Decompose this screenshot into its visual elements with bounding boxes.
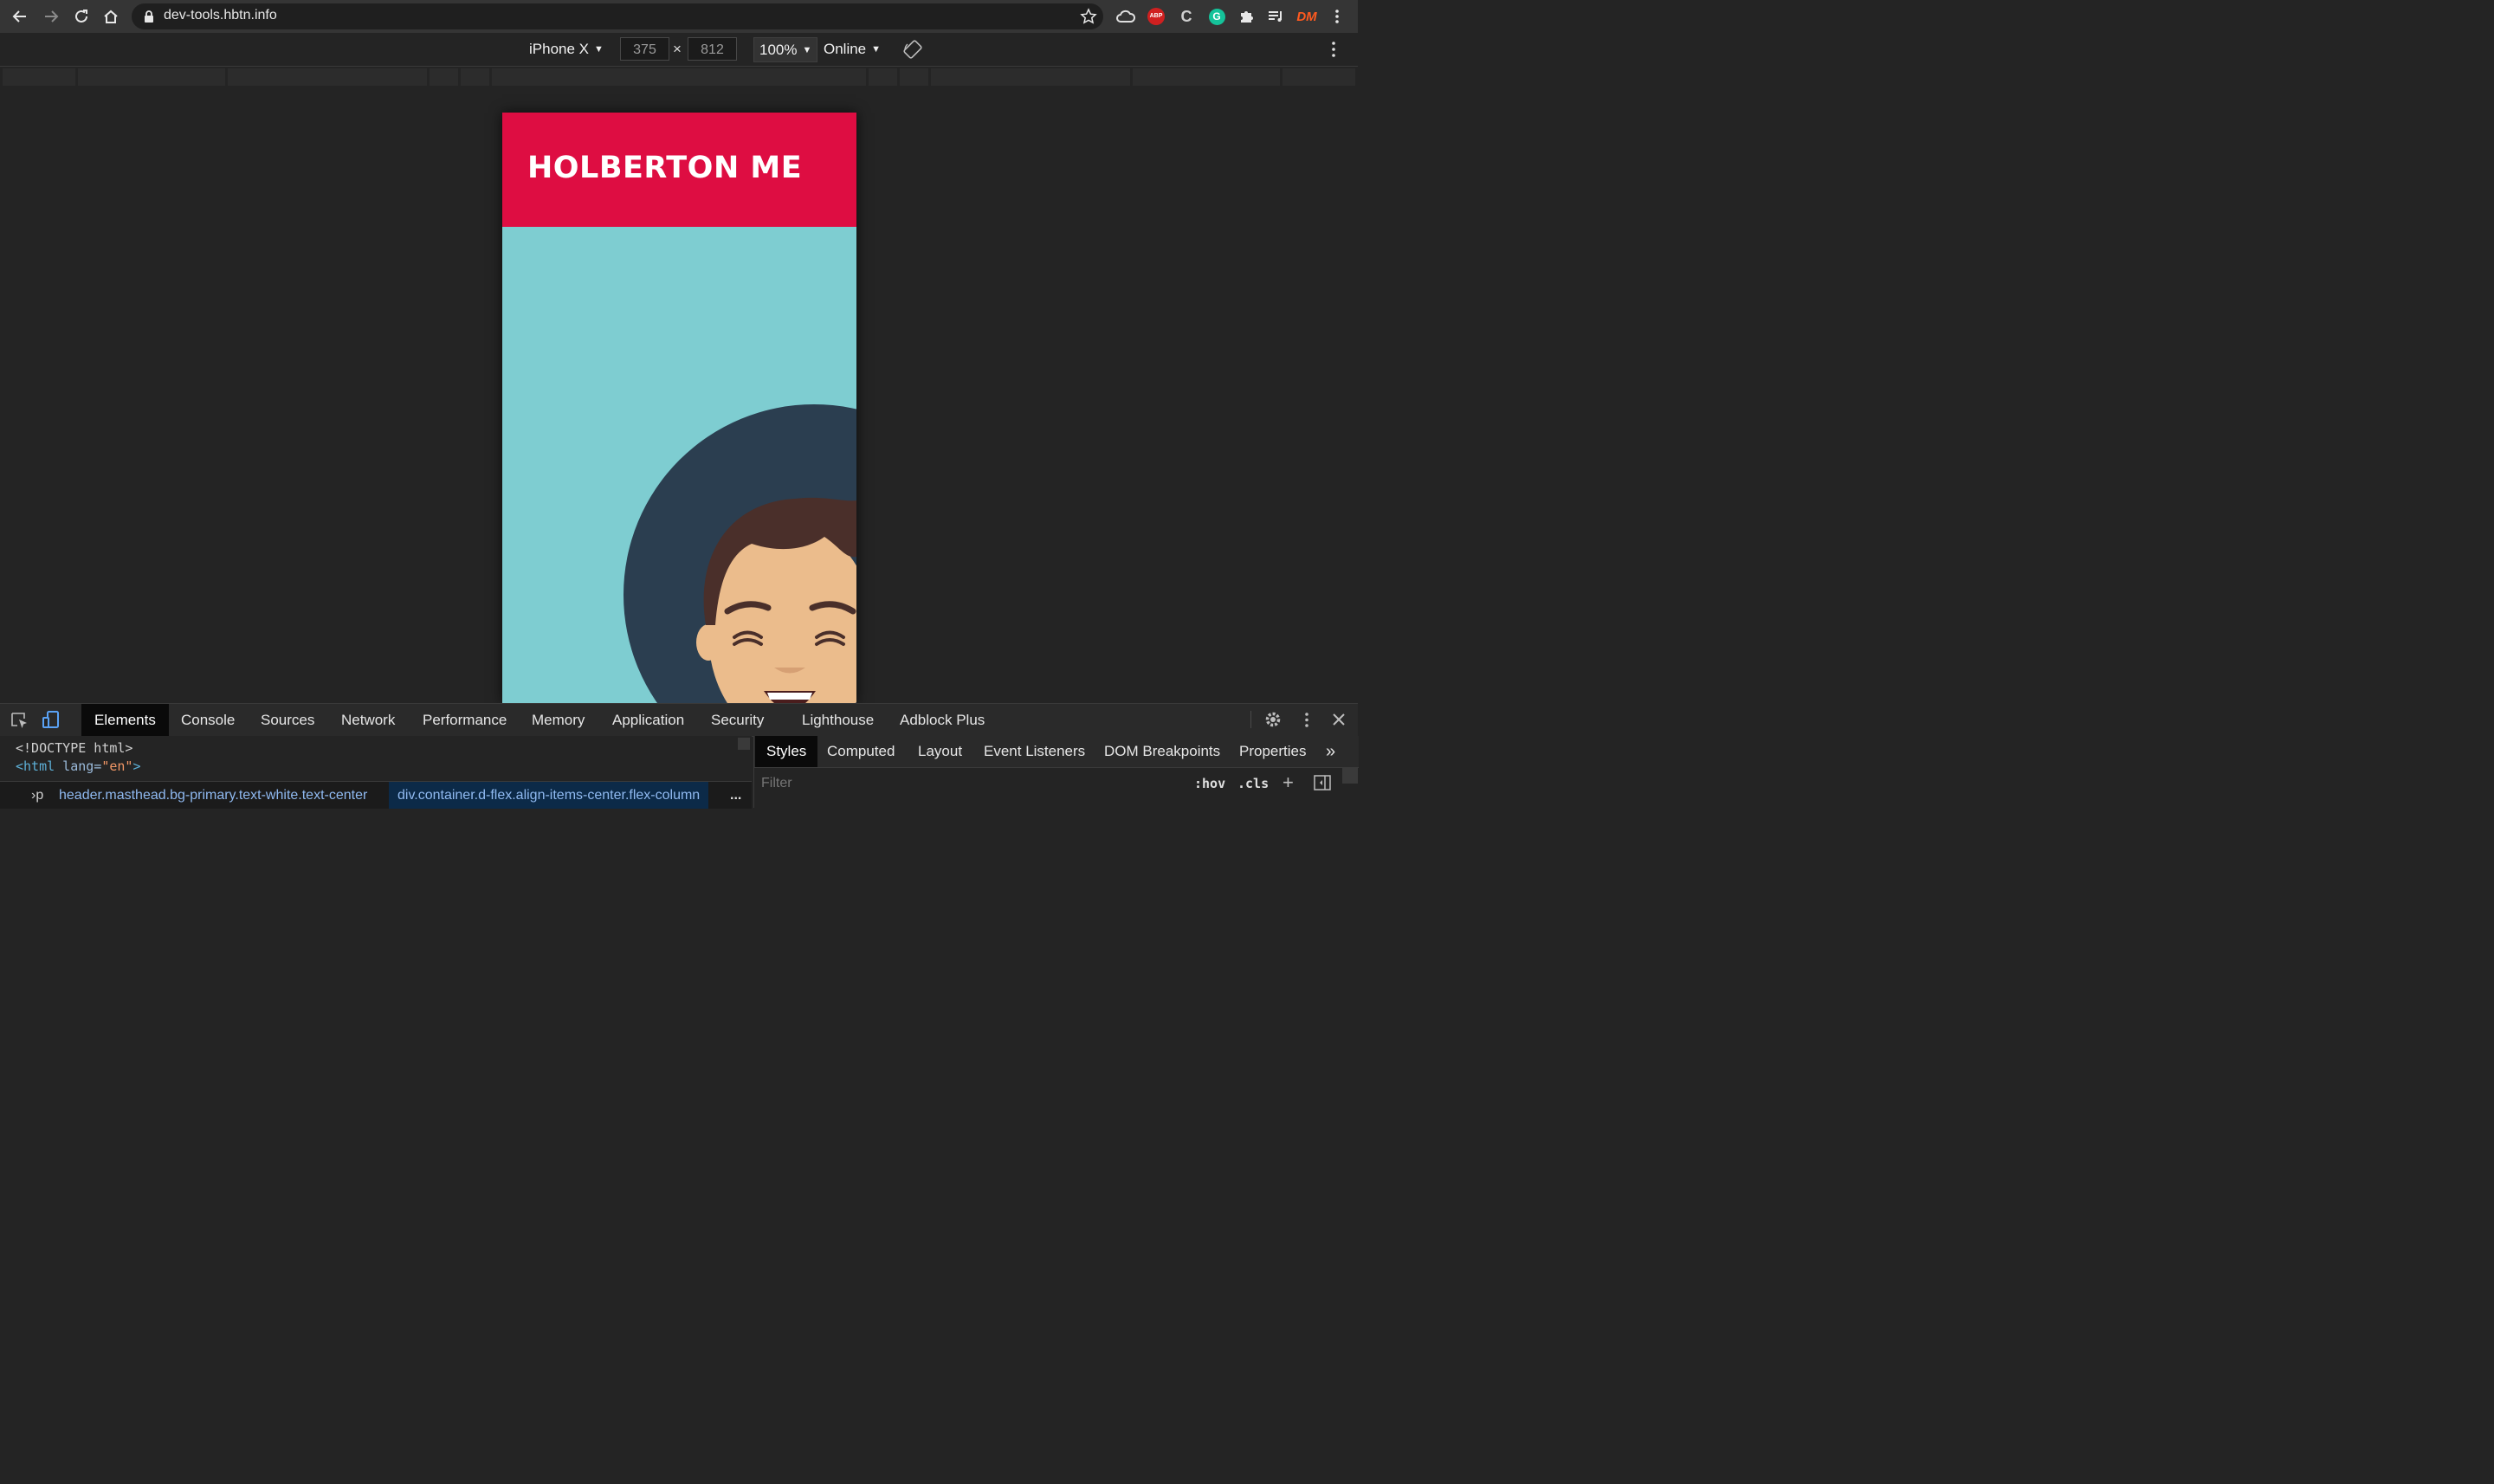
breadcrumb-item-header[interactable]: header.masthead.bg-primary.text-white.te… — [59, 782, 367, 809]
tab-properties[interactable]: Properties — [1239, 736, 1306, 767]
device-toolbar-menu-icon[interactable] — [1332, 42, 1335, 57]
breadcrumb-item-div[interactable]: div.container.d-flex.align-items-center.… — [389, 782, 709, 809]
tab-application[interactable]: Application — [612, 704, 684, 736]
back-arrow-icon — [12, 10, 26, 23]
c-extension-label: C — [1180, 7, 1192, 25]
settings-gear-icon[interactable] — [1264, 711, 1282, 728]
tab-styles[interactable]: Styles — [755, 736, 818, 767]
tab-elements[interactable]: Elements — [81, 704, 169, 736]
dm-label: DM — [1296, 9, 1317, 24]
html-attr-value: "en" — [101, 758, 133, 774]
tab-computed[interactable]: Computed — [827, 736, 895, 767]
tab-performance[interactable]: Performance — [423, 704, 507, 736]
c-extension-icon[interactable]: C — [1177, 7, 1196, 26]
abp-icon[interactable]: ABP — [1147, 7, 1166, 26]
height-input[interactable]: 812 — [688, 37, 737, 61]
forward-button[interactable] — [40, 5, 62, 28]
device-toggle-icon[interactable] — [42, 710, 61, 729]
tab-network[interactable]: Network — [341, 704, 395, 736]
cloud-icon[interactable] — [1116, 7, 1135, 26]
device-viewport: HOLBERTON ME — [502, 113, 856, 703]
tab-event-listeners[interactable]: Event Listeners — [984, 736, 1085, 767]
network-throttle-select[interactable]: Online ▼ — [824, 41, 881, 58]
breadcrumb-item-partial[interactable]: ›p — [31, 782, 43, 809]
bookmark-star-icon[interactable] — [1080, 8, 1097, 25]
avatar-illustration — [624, 404, 856, 703]
sidebar-toggle-icon[interactable] — [1314, 775, 1331, 790]
network-select-label: Online — [824, 41, 867, 57]
forward-arrow-icon — [45, 10, 59, 23]
more-tabs-chevron-icon[interactable]: » — [1326, 736, 1335, 767]
styles-sidebar-tabbar: Styles Computed Layout Event Listeners D… — [753, 736, 1359, 768]
html-attr-name: lang= — [55, 758, 102, 774]
elements-dom-tree: <!DOCTYPE html> <html lang="en"> — [0, 736, 752, 781]
dm-icon[interactable]: DM — [1295, 7, 1318, 26]
dimension-separator: × — [673, 41, 682, 57]
chevron-down-icon: ▼ — [594, 44, 604, 55]
html-tag-open: <html — [16, 758, 55, 774]
chevron-down-icon: ▼ — [802, 45, 812, 55]
browser-menu-icon[interactable] — [1328, 7, 1347, 26]
width-input[interactable]: 375 — [620, 37, 669, 61]
html-tag-close: > — [132, 758, 141, 774]
masthead: HOLBERTON ME — [502, 113, 856, 227]
tab-dom-breakpoints[interactable]: DOM Breakpoints — [1104, 736, 1220, 767]
devtools-tabbar: Elements Console Sources Network Perform… — [0, 703, 1358, 737]
puzzle-icon[interactable] — [1237, 7, 1256, 26]
styles-filter-row: :hov .cls + — [753, 768, 1359, 808]
breadcrumb: ›p header.masthead.bg-primary.text-white… — [0, 781, 752, 809]
new-style-rule-button[interactable]: + — [1283, 771, 1294, 794]
tab-security[interactable]: Security — [711, 704, 764, 736]
scrollbar-thumb[interactable] — [738, 738, 750, 750]
abp-label: ABP — [1147, 8, 1165, 25]
media-queue-icon[interactable] — [1266, 7, 1285, 26]
tab-sources[interactable]: Sources — [261, 704, 314, 736]
tab-lighthouse[interactable]: Lighthouse — [802, 704, 874, 736]
media-query-ruler — [0, 67, 1358, 87]
device-select-label: iPhone X — [529, 41, 589, 57]
reload-icon — [75, 10, 87, 23]
tab-memory[interactable]: Memory — [532, 704, 585, 736]
rotate-icon[interactable] — [903, 40, 922, 59]
address-bar[interactable] — [132, 3, 1103, 29]
inspect-element-icon[interactable] — [10, 712, 29, 729]
back-button[interactable] — [9, 5, 31, 28]
chevron-down-icon: ▼ — [871, 44, 882, 55]
scrollbar-thumb[interactable] — [1342, 768, 1358, 784]
zoom-select-label: 100% — [759, 42, 798, 58]
tab-adblock-plus[interactable]: Adblock Plus — [900, 704, 985, 736]
devtools-menu-icon[interactable] — [1305, 713, 1308, 727]
home-icon — [104, 10, 118, 23]
styles-filter-input[interactable] — [759, 773, 1179, 794]
tab-console[interactable]: Console — [181, 704, 235, 736]
zoom-select[interactable]: 100% ▼ — [753, 37, 818, 62]
doctype-line[interactable]: <!DOCTYPE html> — [16, 740, 132, 756]
lock-icon — [144, 10, 154, 23]
cls-toggle[interactable]: .cls — [1237, 776, 1269, 791]
toolbar-divider — [1250, 711, 1251, 728]
home-button[interactable] — [100, 5, 122, 28]
page-title: HOLBERTON ME — [527, 151, 803, 185]
reload-button[interactable] — [70, 5, 93, 28]
grammarly-label: G — [1208, 8, 1225, 25]
url-text[interactable]: dev-tools.hbtn.info — [164, 8, 277, 23]
device-select[interactable]: iPhone X ▼ — [529, 41, 604, 58]
close-icon[interactable] — [1332, 713, 1346, 726]
html-tag-line[interactable]: <html lang="en"> — [16, 758, 141, 774]
tab-layout[interactable]: Layout — [918, 736, 962, 767]
grammarly-icon[interactable]: G — [1207, 7, 1226, 26]
hov-toggle[interactable]: :hov — [1194, 776, 1225, 791]
breadcrumb-more-button[interactable]: ... — [730, 782, 741, 809]
